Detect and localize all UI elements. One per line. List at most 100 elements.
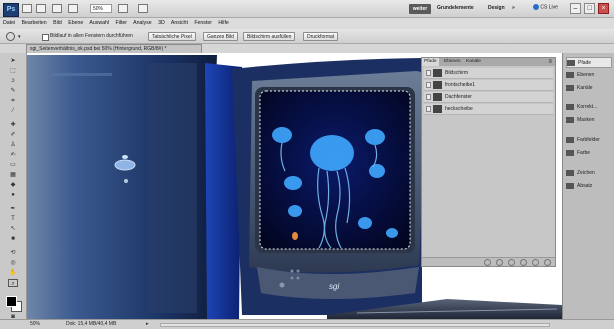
eyedropper-tool-icon[interactable]: ⁄	[8, 107, 18, 115]
3d-orbit-tool-icon[interactable]: ◎	[8, 259, 18, 267]
menu-select[interactable]: Auswahl	[89, 20, 109, 26]
minimize-button[interactable]: –	[570, 3, 581, 14]
dock-item-adjustments[interactable]: Korrekt...	[566, 102, 612, 113]
bridge-icon[interactable]	[22, 4, 32, 13]
make-work-path-icon[interactable]	[520, 259, 527, 266]
lasso-tool-icon[interactable]: ↄ	[8, 77, 18, 85]
healing-brush-tool-icon[interactable]: ✚	[8, 121, 18, 129]
zoom-tool-icon-toolbox[interactable]: ⌕	[8, 279, 18, 287]
menu-window[interactable]: Fenster	[194, 20, 212, 26]
foreground-color-swatch[interactable]	[6, 296, 17, 307]
visibility-toggle-icon[interactable]	[426, 82, 431, 88]
menu-file[interactable]: Datei	[3, 20, 15, 26]
panel-dock: Pfade Ebenen Kanäle Korrekt... Masken Fa…	[562, 53, 614, 319]
blur-tool-icon[interactable]: ◆	[8, 181, 18, 189]
layer-row[interactable]: Bildschirm	[424, 68, 553, 79]
dodge-tool-icon[interactable]: ●	[8, 191, 18, 199]
cs-live-label: CS Live	[540, 4, 558, 11]
options-bar: ▾ Bildlauf in allen Fenstern durchführen…	[0, 29, 614, 44]
brush-tool-icon[interactable]: ✐	[8, 131, 18, 139]
hand-tool-icon[interactable]	[68, 4, 78, 13]
actual-pixels-button[interactable]: Tatsächliche Pixel	[148, 32, 196, 41]
tool-preset-dropdown[interactable]: ▾	[18, 34, 21, 40]
eraser-tool-icon[interactable]: ▭	[8, 161, 18, 169]
workspace-more[interactable]: »	[512, 5, 515, 11]
cs-live-icon	[533, 4, 539, 10]
dock-item-character[interactable]: Zeichen	[566, 168, 612, 179]
clone-stamp-tool-icon[interactable]: ♙	[8, 141, 18, 149]
zoom-tool-icon[interactable]	[6, 32, 15, 41]
screen-mode-icon[interactable]	[138, 4, 148, 13]
layer-thumbnail	[433, 81, 442, 89]
scroll-all-windows-checkbox[interactable]	[42, 34, 49, 41]
dock-item-label: Farbe	[577, 150, 591, 156]
status-bar: 50% Dok: 15,4 MB/40,4 MB ▸	[0, 319, 614, 329]
move-tool-icon[interactable]: ➤	[8, 57, 18, 65]
dock-item-color[interactable]: Farbe	[566, 148, 612, 159]
stroke-path-icon[interactable]	[496, 259, 503, 266]
dock-item-layers[interactable]: Ebenen	[566, 70, 612, 81]
layers-panel-footer	[422, 257, 555, 266]
workspace-active[interactable]: weiter	[409, 4, 431, 14]
3d-rotate-tool-icon[interactable]: ⟲	[8, 249, 18, 257]
crop-tool-icon[interactable]: ⌗	[8, 97, 18, 105]
quick-select-tool-icon[interactable]: ✎	[8, 87, 18, 95]
close-button[interactable]: ×	[598, 3, 609, 14]
shape-tool-icon[interactable]: ■	[8, 235, 18, 243]
path-selection-tool-icon[interactable]: ↖	[8, 225, 18, 233]
adjustments-icon	[566, 103, 574, 110]
zoom-select[interactable]: 50%	[90, 4, 112, 13]
type-tool-icon[interactable]: T	[8, 215, 18, 223]
visibility-toggle-icon[interactable]	[426, 106, 431, 112]
swatches-icon	[566, 136, 574, 143]
hand-tool-icon-toolbox[interactable]: ✋	[8, 269, 18, 277]
maximize-button[interactable]: □	[584, 3, 595, 14]
visibility-toggle-icon[interactable]	[426, 94, 431, 100]
delete-path-icon[interactable]	[544, 259, 551, 266]
menu-filter[interactable]: Filter	[115, 20, 127, 26]
horizontal-scrollbar[interactable]	[160, 323, 550, 327]
pen-tool-icon[interactable]: ✒	[8, 205, 18, 213]
status-menu-arrow-icon[interactable]: ▸	[146, 320, 149, 329]
dock-item-masks[interactable]: Masken	[566, 115, 612, 126]
history-brush-tool-icon[interactable]: ✍	[8, 151, 18, 159]
minibridge-icon[interactable]	[36, 4, 46, 13]
workspace-basics[interactable]: Grundelemente	[437, 5, 474, 11]
dock-item-swatches[interactable]: Farbfelder	[566, 135, 612, 146]
marquee-tool-icon[interactable]: ⬚	[8, 67, 18, 75]
new-path-icon[interactable]	[532, 259, 539, 266]
visibility-toggle-icon[interactable]	[426, 70, 431, 76]
status-doc-info[interactable]: Dok: 15,4 MB/40,4 MB	[66, 320, 116, 329]
dock-item-channels[interactable]: Kanäle	[566, 83, 612, 94]
load-selection-icon[interactable]	[508, 259, 515, 266]
panel-menu-icon[interactable]: ≡	[548, 58, 552, 66]
extras-icon[interactable]	[52, 4, 62, 13]
fill-screen-button[interactable]: Bildschirm ausfüllen	[243, 32, 296, 41]
menu-view[interactable]: Ansicht	[171, 20, 188, 26]
gradient-tool-icon[interactable]: ▦	[8, 171, 18, 179]
fill-path-icon[interactable]	[484, 259, 491, 266]
tab-channels[interactable]: Kanäle	[464, 58, 483, 66]
workspace-design[interactable]: Design	[488, 5, 505, 11]
arrange-documents-icon[interactable]	[118, 4, 128, 13]
layer-row[interactable]: heckscheibe	[424, 104, 553, 115]
dock-item-paths[interactable]: Pfade	[566, 57, 612, 68]
tab-paths[interactable]: Pfade	[422, 58, 439, 66]
menu-analysis[interactable]: Analyse	[133, 20, 151, 26]
menu-help[interactable]: Hilfe	[218, 20, 228, 26]
tab-layers[interactable]: Ebenen	[442, 58, 463, 66]
dock-item-label: Absatz	[577, 183, 593, 189]
menu-3d[interactable]: 3D	[158, 20, 165, 26]
document-tab[interactable]: sgi_Seitenverhältnis_ok.psd bei 50% (Hin…	[26, 44, 202, 53]
cs-live-button[interactable]: CS Live	[533, 4, 558, 10]
layer-row[interactable]: frontscheibe1	[424, 80, 553, 91]
dock-item-label: Farbfelder	[577, 137, 600, 143]
menu-image[interactable]: Bild	[53, 20, 62, 26]
fit-screen-button[interactable]: Ganzes Bild	[203, 32, 238, 41]
menu-edit[interactable]: Bearbeiten	[22, 20, 47, 26]
layer-row[interactable]: Dachfenster	[424, 92, 553, 103]
menu-layer[interactable]: Ebene	[68, 20, 83, 26]
print-size-button[interactable]: Druckformat	[303, 32, 339, 41]
dock-item-paragraph[interactable]: Absatz	[566, 181, 612, 192]
status-zoom[interactable]: 50%	[30, 320, 40, 329]
